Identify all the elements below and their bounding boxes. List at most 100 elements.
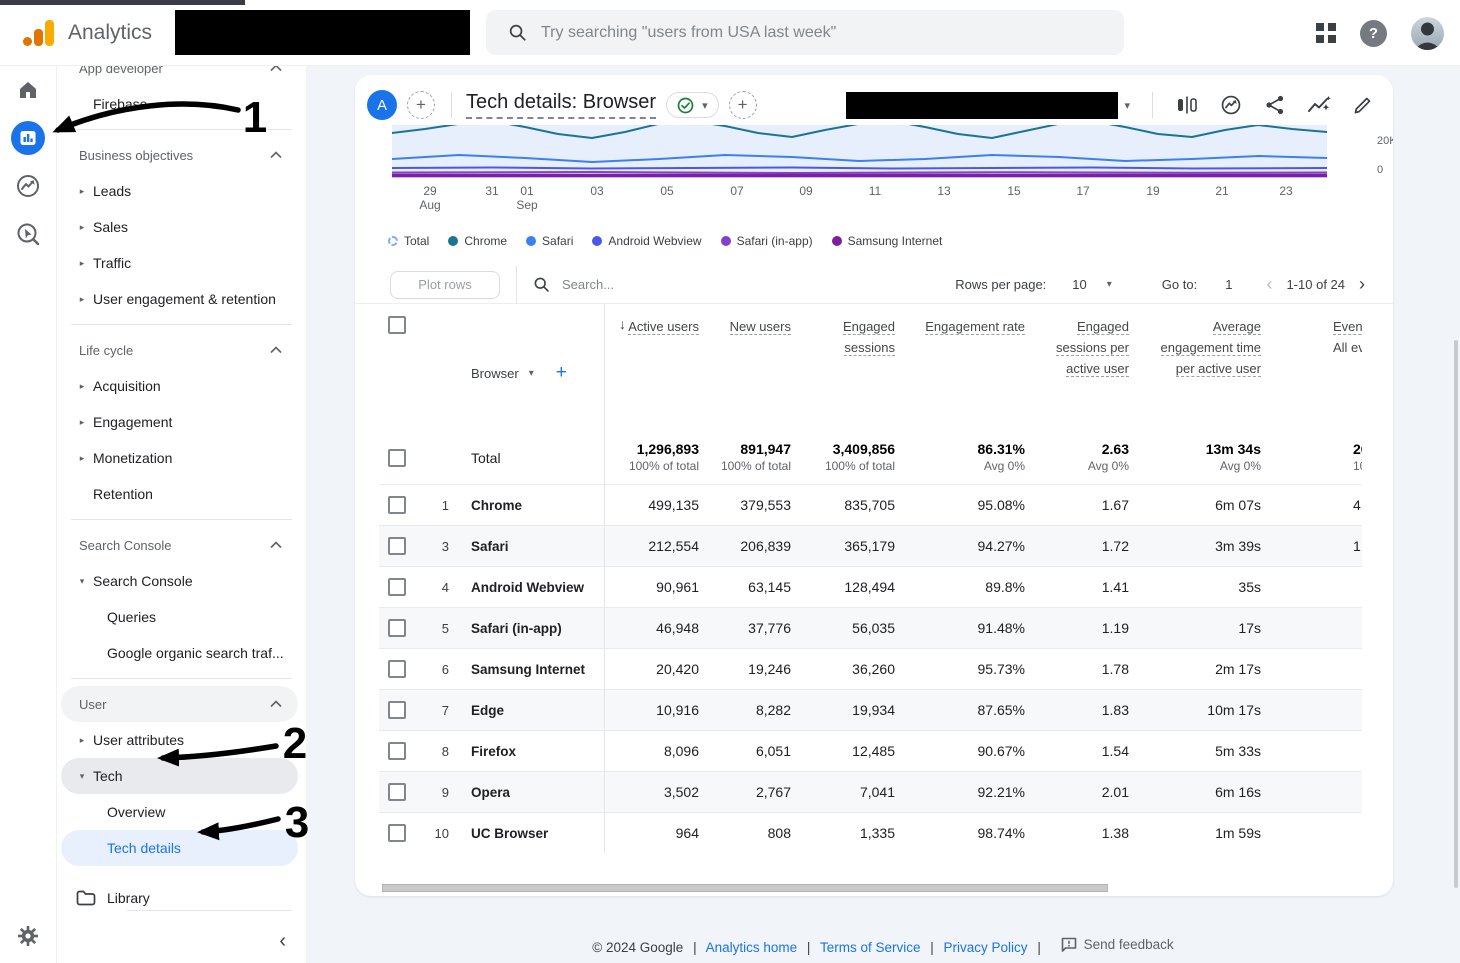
report-title[interactable]: Tech details: Browser bbox=[466, 91, 657, 119]
event-count-scope[interactable]: All events bbox=[1333, 337, 1362, 358]
sidebar-section-search-console[interactable]: Search Console bbox=[61, 527, 298, 563]
column-header-avg-engagement-time[interactable]: Average engagement time per active user bbox=[1139, 304, 1271, 379]
rail-advertising[interactable] bbox=[0, 162, 56, 210]
sidebar-section-user[interactable]: User bbox=[61, 686, 298, 722]
active-users-value: 3,502 bbox=[663, 784, 699, 800]
row-checkbox[interactable] bbox=[388, 701, 406, 719]
horizontal-scrollbar[interactable] bbox=[382, 884, 1108, 892]
rail-reports-active[interactable] bbox=[0, 114, 56, 162]
help-icon[interactable]: ? bbox=[1360, 19, 1387, 47]
sidebar-item-user-attributes[interactable]: ▸ User attributes bbox=[61, 722, 298, 758]
chevron-right-icon[interactable]: › bbox=[1359, 274, 1365, 295]
chevron-left-icon[interactable]: ‹ bbox=[1266, 274, 1272, 295]
legend-item[interactable]: Samsung Internet bbox=[831, 234, 942, 248]
divider bbox=[516, 265, 517, 304]
rows-per-page-value[interactable]: 10 bbox=[1072, 277, 1086, 292]
row-checkbox[interactable] bbox=[388, 824, 406, 842]
sidebar-item-sales[interactable]: ▸ Sales bbox=[61, 209, 298, 245]
sidebar-section-life-cycle[interactable]: Life cycle bbox=[61, 332, 298, 368]
rail-home[interactable] bbox=[0, 66, 56, 114]
report-status-pill[interactable]: ▾ bbox=[666, 92, 719, 118]
legend-item[interactable]: Safari bbox=[526, 234, 573, 248]
insights-button[interactable] bbox=[1219, 93, 1243, 117]
sidebar-item-engagement[interactable]: ▸ Engagement bbox=[61, 404, 298, 440]
date-range-selector-redacted[interactable] bbox=[846, 91, 1119, 119]
footer-link-terms[interactable]: Terms of Service bbox=[820, 940, 921, 955]
global-search-input[interactable]: Try searching "users from USA last week" bbox=[486, 10, 1124, 55]
x-tick: 15 bbox=[1007, 184, 1021, 198]
sidebar-item-traffic[interactable]: ▸ Traffic bbox=[61, 245, 298, 281]
caret-down-icon[interactable]: ▾ bbox=[1124, 99, 1130, 112]
sidebar-item-leads[interactable]: ▸ Leads bbox=[61, 173, 298, 209]
row-rank: 5 bbox=[441, 620, 449, 636]
row-rank: 7 bbox=[441, 702, 449, 718]
workspace-avatar[interactable]: A bbox=[367, 90, 397, 120]
browser-name: Samsung Internet bbox=[455, 649, 605, 689]
table-search-input[interactable]: Search... bbox=[533, 276, 614, 293]
row-checkbox-cell bbox=[379, 660, 415, 678]
event-count-value: 1 bbox=[1353, 538, 1361, 554]
page-scrollbar[interactable] bbox=[1454, 340, 1458, 888]
footer-link-privacy[interactable]: Privacy Policy bbox=[944, 940, 1028, 955]
engaged-sessions-value: 12,485 bbox=[852, 743, 895, 759]
column-header-new-users[interactable]: New users bbox=[709, 304, 801, 337]
sidebar-section-app-developer[interactable]: App developer bbox=[61, 66, 298, 86]
legend-item[interactable]: Safari (in-app) bbox=[720, 234, 813, 248]
analytics-intelligence-button[interactable] bbox=[1307, 93, 1331, 117]
plot-rows-button[interactable]: Plot rows bbox=[390, 270, 500, 299]
sidebar-item-monetization[interactable]: ▸ Monetization bbox=[61, 440, 298, 476]
new-users-value: 37,776 bbox=[748, 620, 791, 636]
select-all-checkbox[interactable] bbox=[388, 316, 406, 334]
column-header-active-users[interactable]: ↓ Active users bbox=[605, 304, 709, 337]
total-checkbox[interactable] bbox=[388, 449, 406, 467]
go-to-input[interactable]: 1 bbox=[1225, 277, 1232, 292]
row-checkbox[interactable] bbox=[388, 537, 406, 555]
row-checkbox[interactable] bbox=[388, 578, 406, 596]
dimension-header[interactable]: Browser ▾ + bbox=[455, 304, 605, 432]
row-rank: 6 bbox=[441, 661, 449, 677]
check-circle-icon bbox=[677, 97, 694, 113]
caret-down-icon[interactable]: ▾ bbox=[1107, 279, 1112, 290]
sidebar-item-tech[interactable]: ▾ Tech bbox=[61, 758, 298, 794]
rail-explore[interactable] bbox=[0, 210, 56, 258]
column-header-engaged-sessions[interactable]: Engaged sessions bbox=[801, 304, 905, 358]
google-apps-icon[interactable] bbox=[1316, 23, 1336, 43]
sidebar-item-tech-overview[interactable]: Overview bbox=[61, 794, 298, 830]
add-comparison-button[interactable]: + bbox=[407, 91, 435, 119]
user-avatar[interactable] bbox=[1411, 16, 1444, 50]
row-checkbox[interactable] bbox=[388, 660, 406, 678]
sidebar-item-retention[interactable]: Retention bbox=[61, 476, 298, 512]
sidebar-item-tech-details[interactable]: Tech details bbox=[61, 830, 298, 866]
timeseries-chart-plot[interactable]: 20K 0 bbox=[392, 125, 1393, 178]
edit-report-button[interactable] bbox=[1351, 93, 1375, 117]
row-checkbox[interactable] bbox=[388, 742, 406, 760]
column-header-engaged-sessions-per-user[interactable]: Engaged sessions per active user bbox=[1035, 304, 1139, 379]
engagement-rate-value: 92.21% bbox=[977, 784, 1025, 800]
column-header-engagement-rate[interactable]: Engagement rate bbox=[905, 304, 1035, 337]
row-checkbox[interactable] bbox=[388, 619, 406, 637]
rail-settings[interactable] bbox=[0, 923, 56, 949]
compare-button[interactable] bbox=[1175, 93, 1199, 117]
sidebar-item-queries[interactable]: Queries bbox=[61, 599, 298, 635]
sidebar-item-google-organic-search[interactable]: Google organic search traf... bbox=[61, 635, 298, 671]
column-header-event-count[interactable]: Event count All events bbox=[1271, 304, 1362, 358]
share-button[interactable] bbox=[1263, 93, 1287, 117]
sidebar-collapse-chevron[interactable]: ‹ bbox=[279, 930, 286, 953]
add-report-tab-button[interactable]: + bbox=[728, 91, 757, 119]
add-dimension-icon[interactable]: + bbox=[556, 362, 567, 384]
legend-item[interactable]: Android Webview bbox=[592, 234, 702, 248]
footer-link-analytics-home[interactable]: Analytics home bbox=[706, 940, 798, 955]
expand-triangle-icon: ▸ bbox=[79, 293, 85, 304]
row-checkbox[interactable] bbox=[388, 496, 406, 514]
new-users-value: 808 bbox=[767, 825, 791, 841]
sidebar-section-business-objectives[interactable]: Business objectives bbox=[61, 137, 298, 173]
legend-item[interactable]: Total bbox=[388, 234, 429, 248]
legend-item[interactable]: Chrome bbox=[448, 234, 507, 248]
account-selector-redacted[interactable] bbox=[175, 10, 470, 55]
send-feedback-button[interactable]: Send feedback bbox=[1061, 937, 1174, 952]
sidebar-item-firebase[interactable]: Firebase bbox=[61, 86, 298, 122]
sidebar-item-acquisition[interactable]: ▸ Acquisition bbox=[61, 368, 298, 404]
sidebar-item-search-console[interactable]: ▾ Search Console bbox=[61, 563, 298, 599]
sidebar-item-user-engagement[interactable]: ▸ User engagement & retention bbox=[61, 281, 298, 317]
row-checkbox[interactable] bbox=[388, 783, 406, 801]
